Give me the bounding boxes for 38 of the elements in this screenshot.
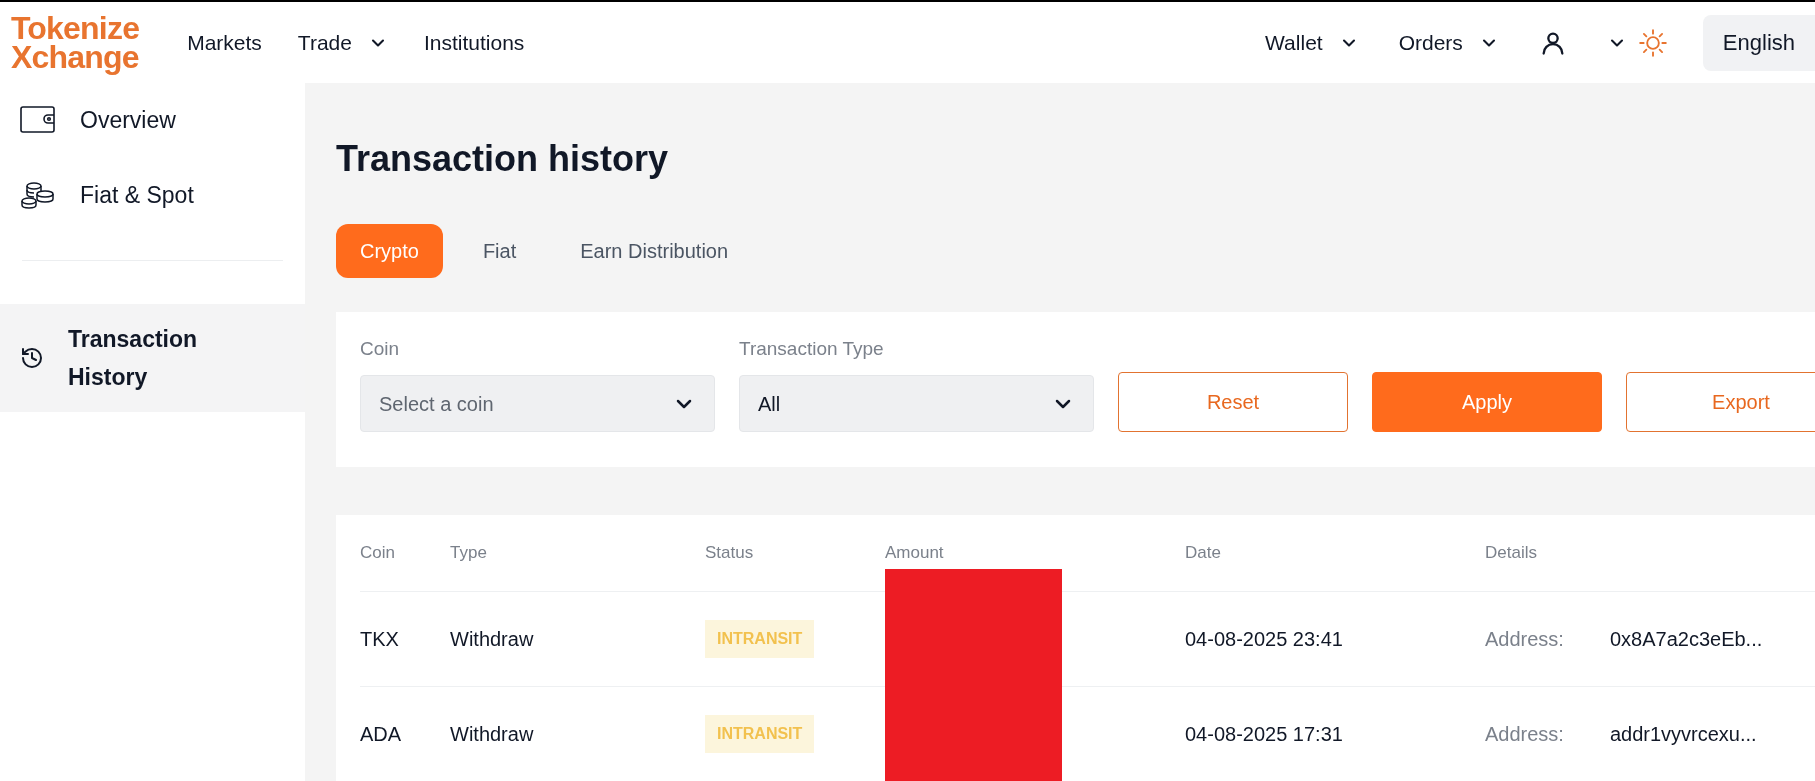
- column-header: Type: [450, 543, 487, 563]
- language-button[interactable]: English: [1702, 14, 1815, 71]
- address-text: 0x8A7a2c3eEb...: [1609, 627, 1763, 652]
- table-cell: ADA: [360, 723, 402, 745]
- status-badge: INTRANSIT: [705, 620, 815, 658]
- nav-link[interactable]: Orders: [1398, 26, 1499, 59]
- nav-link[interactable]: Wallet: [1265, 26, 1359, 59]
- sidebar-item[interactable]: Overview: [0, 83, 305, 158]
- address-text: addr1vyvrcexu...: [1609, 722, 1757, 747]
- table-cell: 04-08-2025 23:41: [1185, 628, 1343, 650]
- column-header: Status: [705, 543, 754, 563]
- coins-icon: [20, 180, 56, 209]
- sidebar-item[interactable]: Fiat & Spot: [0, 157, 305, 232]
- table-cell: 04-08-2025 17:31: [1185, 723, 1343, 745]
- table-cell: Withdraw: [450, 723, 534, 745]
- status-badge: INTRANSIT: [705, 715, 815, 753]
- column-header: Date: [1185, 543, 1221, 563]
- table-cell: Withdraw: [450, 628, 534, 650]
- detail-label: Address:: [1485, 722, 1564, 747]
- nav-link[interactable]: Institutions: [423, 26, 525, 59]
- column-header: Details: [1485, 543, 1537, 563]
- wallet-icon: [20, 106, 56, 135]
- sidebar-item[interactable]: Transaction History: [0, 304, 305, 412]
- field-label: Transaction Type: [739, 336, 885, 361]
- dropdown-field[interactable]: Select a coin: [360, 375, 715, 432]
- table-cell: TKX: [360, 628, 399, 650]
- sun-icon[interactable]: [1638, 28, 1667, 57]
- detail-label: Address:: [1485, 627, 1564, 652]
- tab[interactable]: Fiat: [458, 224, 541, 278]
- nav-link[interactable]: Trade: [297, 26, 388, 59]
- history-icon: [20, 346, 44, 370]
- dropdown-field[interactable]: All: [739, 375, 1094, 432]
- column-header: Coin: [360, 543, 395, 563]
- nav-link[interactable]: Markets: [187, 26, 262, 59]
- column-header: Amount: [885, 543, 944, 563]
- field-label: Coin: [360, 336, 401, 361]
- page-title: Transaction history: [336, 141, 670, 177]
- tab[interactable]: Earn Distribution: [556, 224, 753, 278]
